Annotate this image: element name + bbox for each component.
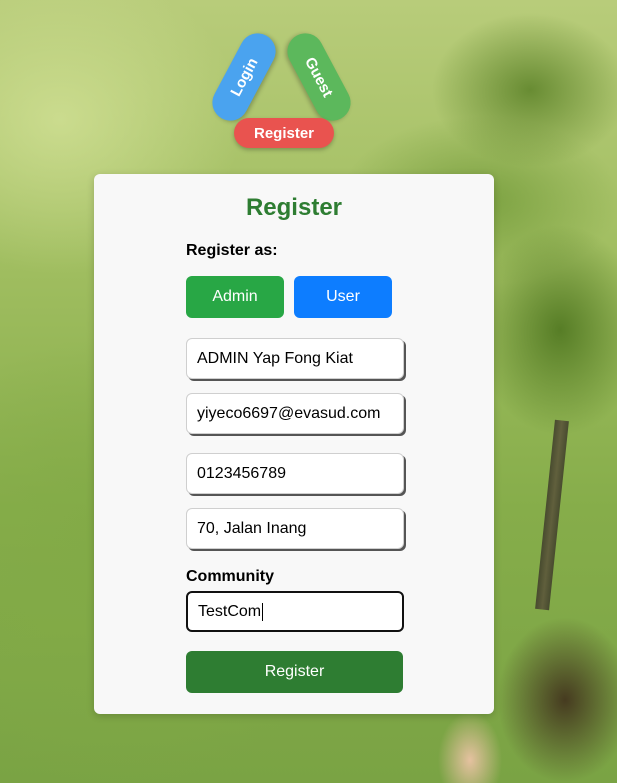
admin-role-label: Admin xyxy=(212,288,258,305)
phone-input[interactable]: 0123456789 xyxy=(186,453,404,494)
register-as-label: Register as: xyxy=(186,242,278,259)
form-title: Register xyxy=(245,194,343,221)
user-role-button[interactable]: User xyxy=(294,276,392,318)
email-input[interactable]: yiyeco6697@evasud.com xyxy=(186,393,404,434)
register-submit-button[interactable]: Register xyxy=(186,651,403,693)
name-input[interactable]: ADMIN Yap Fong Kiat xyxy=(186,338,404,379)
nav-login-label: Login xyxy=(226,54,262,100)
text-caret xyxy=(262,602,264,621)
address-input[interactable]: 70, Jalan Inang xyxy=(186,508,404,549)
name-input-value: ADMIN Yap Fong Kiat xyxy=(197,349,353,367)
register-submit-label: Register xyxy=(264,663,325,680)
address-input-value: 70, Jalan Inang xyxy=(197,519,307,537)
nav-register-label: Register xyxy=(253,124,315,142)
register-card: Register Register as: Admin User ADMIN Y… xyxy=(94,174,494,714)
nav-register-button[interactable]: Register xyxy=(234,118,334,148)
phone-input-value: 0123456789 xyxy=(197,464,286,482)
email-input-value: yiyeco6697@evasud.com xyxy=(197,404,381,422)
user-role-label: User xyxy=(326,288,360,305)
community-input[interactable]: TestCom xyxy=(186,591,404,632)
community-input-value: TestCom xyxy=(198,602,262,620)
admin-role-button[interactable]: Admin xyxy=(186,276,284,318)
nav-guest-label: Guest xyxy=(301,54,337,100)
community-label: Community xyxy=(186,568,274,585)
